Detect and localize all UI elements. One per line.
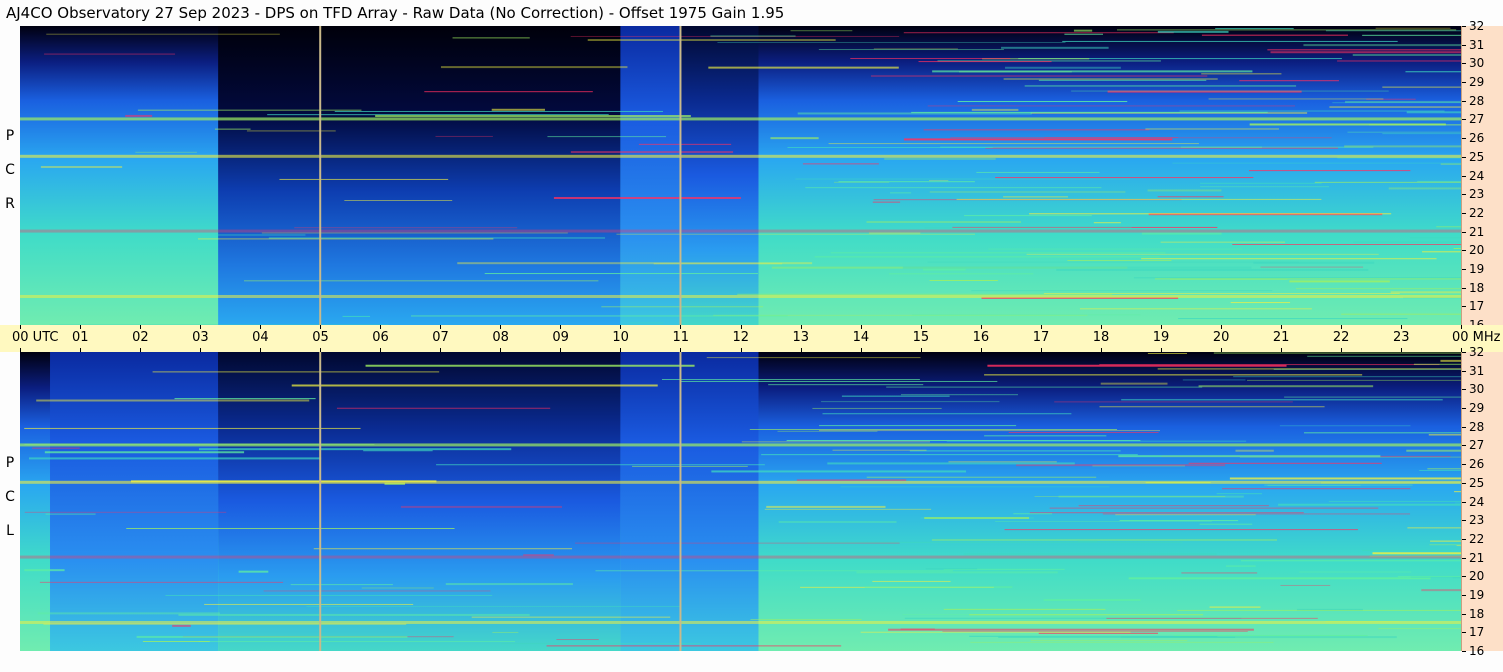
- utc-tick-label: 16: [972, 330, 990, 345]
- rcp-freq-tick: 17: [1462, 300, 1484, 312]
- lcp-freq-tick: 27: [1462, 439, 1484, 451]
- rcp-spectrogram: [20, 26, 1461, 325]
- lcp-letter-l: L: [6, 523, 14, 539]
- lcp-freq-tick: 22: [1462, 533, 1484, 545]
- utc-tick-mark: [1040, 325, 1042, 329]
- lcp-freq-tick: 26: [1462, 458, 1484, 470]
- utc-tick-label: 15: [912, 330, 930, 345]
- utc-tick-label: 20: [1212, 330, 1230, 345]
- utc-tick-mark: [740, 325, 742, 329]
- lcp-freq-tick: 17: [1462, 626, 1484, 638]
- rcp-freq-tick: 22: [1462, 207, 1484, 219]
- utc-tick-mark: [800, 325, 802, 329]
- utc-tick-mark: [920, 325, 922, 329]
- rcp-freq-tick: 21: [1462, 226, 1484, 238]
- utc-tick-label: 05: [312, 330, 329, 345]
- utc-tick-mark: [320, 325, 322, 329]
- rcp-letter-c: C: [5, 162, 15, 178]
- rcp-freq-tick: 32: [1462, 20, 1484, 32]
- utc-tick-label: 00 UTC: [12, 330, 59, 345]
- lcp-spectrogram-plot: [20, 352, 1461, 651]
- rcp-freq-tick: 26: [1462, 132, 1484, 144]
- utc-tick-label: 13: [792, 330, 810, 345]
- utc-tick-mark: [1340, 325, 1342, 329]
- utc-tick-label: 17: [1032, 330, 1050, 345]
- utc-tick-label: 02: [132, 330, 149, 345]
- utc-tick-mark: [200, 325, 202, 329]
- rcp-freq-tick: 20: [1462, 244, 1484, 256]
- utc-tick-mark: [1280, 325, 1282, 329]
- utc-tick-mark: [620, 325, 622, 329]
- utc-tick-label: 22: [1332, 330, 1350, 345]
- lcp-spectrogram: [20, 352, 1461, 651]
- utc-tick-label: 11: [672, 330, 689, 345]
- utc-tick-mark: [1220, 325, 1222, 329]
- lcp-freq-tick: 30: [1462, 383, 1484, 395]
- utc-tick-mark: [140, 325, 142, 329]
- utc-tick-label: 03: [192, 330, 209, 345]
- utc-tick-label: 09: [552, 330, 569, 345]
- utc-tick-mark: [380, 325, 382, 329]
- utc-tick-mark: [860, 325, 862, 329]
- rcp-label: P C R: [3, 128, 17, 230]
- lcp-freq-tick: 18: [1462, 608, 1484, 620]
- utc-tick-mark: [980, 325, 982, 329]
- lcp-freq-tick: 31: [1462, 365, 1484, 377]
- rcp-freq-tick: 27: [1462, 113, 1484, 125]
- lcp-freq-tick: 20: [1462, 570, 1484, 582]
- lcp-freq-tick: 19: [1462, 589, 1484, 601]
- utc-tick-mark: [500, 325, 502, 329]
- rcp-freq-tick: 29: [1462, 76, 1484, 88]
- utc-tick-mark: [560, 325, 562, 329]
- rcp-freq-tick: 23: [1462, 188, 1484, 200]
- lcp-label: P C L: [3, 455, 17, 557]
- utc-tick-mark: [20, 325, 21, 329]
- utc-tick-label: 19: [1152, 330, 1170, 345]
- rcp-freq-tick: 30: [1462, 57, 1484, 69]
- utc-tick-label: 00 MHz: [1452, 330, 1501, 345]
- rcp-spectrogram-plot: [20, 26, 1461, 325]
- rcp-freq-tick: 18: [1462, 282, 1484, 294]
- utc-time-axis: 00 UTC 01 02 03 04 05 06 07 08 09 10 11 12 13 14 15 16 17…: [0, 325, 1503, 352]
- lcp-freq-tick: 23: [1462, 514, 1484, 526]
- utc-tick-mark: [1400, 325, 1402, 329]
- utc-tick-mark: [1100, 325, 1102, 329]
- utc-tick-label: 14: [852, 330, 870, 345]
- lcp-freq-tick: 28: [1462, 421, 1484, 433]
- lcp-freq-tick: 24: [1462, 496, 1484, 508]
- rcp-freq-tick: 19: [1462, 263, 1484, 275]
- utc-tick-mark: [1461, 325, 1462, 329]
- utc-tick-label: 12: [732, 330, 750, 345]
- lcp-letter-c: C: [5, 489, 15, 505]
- utc-tick-mark: [680, 325, 682, 329]
- utc-tick-label: 07: [432, 330, 449, 345]
- utc-tick-label: 18: [1092, 330, 1110, 345]
- utc-tick-label: 23: [1392, 330, 1410, 345]
- rcp-freq-tick: 28: [1462, 95, 1484, 107]
- lcp-frequency-axis: 16 17 18 19 20 21 22 23 24 25 26 27 28 29 30 31 32: [1461, 346, 1503, 657]
- rcp-freq-tick: 25: [1462, 151, 1484, 163]
- utc-tick-label: 08: [492, 330, 509, 345]
- utc-tick-mark: [80, 325, 82, 329]
- lcp-freq-tick: 21: [1462, 552, 1484, 564]
- utc-tick-label: 04: [252, 330, 269, 345]
- utc-tick-label: 21: [1272, 330, 1290, 345]
- rcp-freq-tick: 31: [1462, 39, 1484, 51]
- lcp-freq-tick: 16: [1462, 645, 1484, 657]
- rcp-frequency-axis: 1617181920212223242526272829303132: [1461, 20, 1503, 331]
- rcp-letter-r: R: [5, 196, 15, 212]
- utc-tick-label: 06: [372, 330, 389, 345]
- utc-tick-mark: [1160, 325, 1162, 329]
- lcp-freq-tick: 29: [1462, 402, 1484, 414]
- rcp-letter-p: P: [5, 128, 15, 144]
- lcp-letter-p: P: [5, 455, 15, 471]
- chart-title: AJ4CO Observatory 27 Sep 2023 - DPS on T…: [6, 4, 785, 22]
- utc-tick-label: 01: [72, 330, 89, 345]
- lcp-freq-tick: 32: [1462, 346, 1484, 358]
- rcp-freq-tick: 24: [1462, 170, 1484, 182]
- utc-tick-mark: [440, 325, 442, 329]
- utc-tick-label: 10: [612, 330, 629, 345]
- lcp-freq-tick: 25: [1462, 477, 1484, 489]
- utc-tick-mark: [260, 325, 262, 329]
